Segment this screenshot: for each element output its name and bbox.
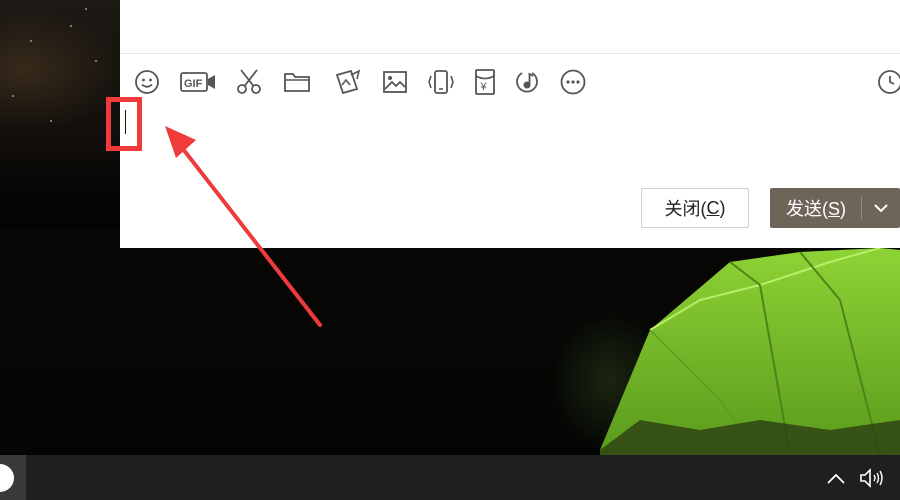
send-options-dropdown[interactable] bbox=[862, 203, 900, 213]
more-icon[interactable] bbox=[557, 64, 589, 100]
shake-icon[interactable] bbox=[425, 64, 457, 100]
taskbar bbox=[0, 455, 900, 500]
start-logo-icon bbox=[0, 464, 14, 492]
music-icon[interactable] bbox=[511, 64, 543, 100]
close-button-shortcut: C bbox=[706, 197, 720, 218]
divider bbox=[120, 53, 900, 54]
chat-toolbar: GIF ¥ bbox=[120, 64, 900, 100]
close-button-suffix: ) bbox=[719, 197, 726, 218]
svg-text:¥: ¥ bbox=[480, 81, 488, 93]
send-label-suffix: ) bbox=[840, 199, 847, 219]
close-button-label: 关闭( bbox=[664, 199, 707, 219]
annotation-highlight-box bbox=[106, 97, 142, 151]
red-packet-icon[interactable]: ¥ bbox=[469, 64, 501, 100]
image-icon[interactable] bbox=[379, 64, 411, 100]
gif-icon[interactable]: GIF bbox=[179, 64, 217, 100]
scissors-icon[interactable] bbox=[233, 64, 265, 100]
message-input[interactable] bbox=[120, 100, 900, 180]
emoji-icon[interactable] bbox=[131, 64, 163, 100]
volume-icon[interactable] bbox=[855, 465, 887, 491]
send-button-shortcut: S bbox=[828, 199, 841, 219]
tray-chevron-up-icon[interactable] bbox=[823, 467, 849, 491]
close-button[interactable]: 关闭(C) bbox=[641, 188, 749, 228]
svg-text:GIF: GIF bbox=[184, 78, 203, 90]
chevron-down-icon bbox=[874, 204, 888, 213]
image-edit-icon[interactable] bbox=[331, 64, 363, 100]
folder-icon[interactable] bbox=[281, 64, 313, 100]
history-icon[interactable] bbox=[872, 64, 900, 100]
chat-input-panel: GIF ¥ 关闭(C) 发送(S) bbox=[120, 0, 900, 248]
start-button[interactable] bbox=[0, 455, 26, 500]
send-button-label: 发送(S) bbox=[770, 195, 861, 221]
send-button[interactable]: 发送(S) bbox=[770, 188, 900, 228]
send-label-text: 发送( bbox=[786, 199, 828, 219]
